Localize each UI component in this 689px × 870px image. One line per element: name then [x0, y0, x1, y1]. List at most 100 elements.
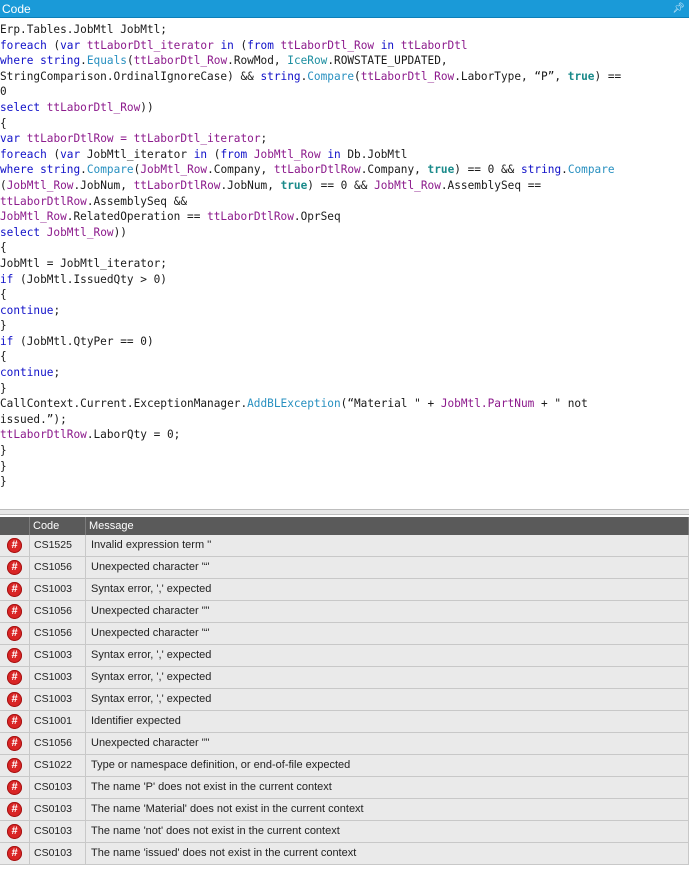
code-line[interactable]: foreach (var JobMtl_iterator in (from Jo… — [0, 147, 689, 163]
code-line[interactable]: where string.Equals(ttLaborDtl_Row.RowMo… — [0, 53, 689, 69]
error-message: Unexpected character '“' — [86, 623, 689, 644]
error-row[interactable]: # CS0103 The name 'not' does not exist in … — [0, 821, 689, 843]
error-icon-cell: # — [0, 821, 30, 842]
code-line[interactable]: } — [0, 318, 689, 334]
error-row[interactable]: # CS1001 Identifier expected — [0, 711, 689, 733]
code-token: (JobMtl.QtyPer == 0) — [13, 334, 154, 348]
code-line[interactable]: Erp.Tables.JobMtl JobMtl; — [0, 22, 689, 38]
code-line[interactable]: where string.Compare(JobMtl_Row.Company,… — [0, 162, 689, 178]
code-token: )) — [113, 225, 127, 239]
code-line[interactable]: JobMtl = JobMtl_iterator; — [0, 256, 689, 272]
error-message: Unexpected character '”' — [86, 733, 689, 754]
code-token: string — [521, 163, 562, 177]
error-hash-icon: # — [7, 846, 22, 861]
code-token: in — [220, 38, 234, 52]
code-token: ttLaborDtl_iterator — [80, 38, 221, 52]
code-line[interactable]: } — [0, 474, 689, 490]
error-icon-cell: # — [0, 843, 30, 864]
error-row[interactable]: # CS1056 Unexpected character '“' — [0, 623, 689, 645]
code-line[interactable]: { — [0, 116, 689, 132]
code-editor[interactable]: Erp.Tables.JobMtl JobMtl; foreach (var tt… — [0, 20, 689, 508]
code-line[interactable]: CallContext.Current.ExceptionManager.Add… — [0, 396, 689, 412]
code-line[interactable]: continue; — [0, 365, 689, 381]
code-line[interactable]: } — [0, 381, 689, 397]
code-token: select — [0, 100, 41, 114]
code-line[interactable]: select JobMtl_Row)) — [0, 225, 689, 241]
error-hash-icon: # — [7, 538, 22, 553]
header-code-column[interactable]: Code — [30, 517, 86, 535]
code-token: JobMtl_Row — [0, 210, 67, 224]
code-line[interactable]: JobMtl_Row.RelatedOperation == ttLaborDt… — [0, 209, 689, 225]
header-icon-column[interactable] — [0, 517, 30, 535]
error-icon-cell: # — [0, 535, 30, 556]
code-token: ) == 0 && — [454, 163, 522, 177]
error-row[interactable]: # CS1003 Syntax error, ',' expected — [0, 645, 689, 667]
code-line[interactable]: if (JobMtl.QtyPer == 0) — [0, 334, 689, 350]
code-line[interactable]: var ttLaborDtlRow = ttLaborDtl_iterator; — [0, 131, 689, 147]
code-line[interactable]: if (JobMtl.IssuedQty > 0) — [0, 272, 689, 288]
error-hash-icon: # — [7, 604, 22, 619]
code-line[interactable]: select ttLaborDtl_Row)) — [0, 100, 689, 116]
code-token: var — [60, 38, 81, 52]
code-line[interactable]: StringComparison.OrdinalIgnoreCase) && s… — [0, 69, 689, 85]
error-row[interactable]: # CS1056 Unexpected character '“' — [0, 557, 689, 579]
error-icon-cell: # — [0, 755, 30, 776]
error-row[interactable]: # CS1003 Syntax error, ',' expected — [0, 689, 689, 711]
code-line[interactable]: } — [0, 443, 689, 459]
code-token: .LaborQty = 0; — [86, 428, 181, 442]
error-row[interactable]: # CS1022 Type or namespace definition, or … — [0, 755, 689, 777]
code-token: ttLaborDtlRow — [0, 428, 87, 442]
code-token: ) == 0 && — [307, 178, 375, 192]
code-token: ; — [53, 366, 61, 380]
code-line[interactable]: (JobMtl_Row.JobNum, ttLaborDtlRow.JobNum… — [0, 178, 689, 194]
code-token: ttLaborDtlRow — [133, 178, 221, 192]
code-text[interactable]: Erp.Tables.JobMtl JobMtl; foreach (var tt… — [0, 22, 689, 490]
code-line[interactable]: } — [0, 459, 689, 475]
code-token: ttLaborDtlRow — [273, 163, 361, 177]
pin-icon[interactable]: 📌︎ — [672, 0, 685, 18]
code-token: var — [0, 132, 21, 146]
error-code: CS1001 — [30, 711, 86, 732]
code-token: true — [567, 69, 595, 83]
error-row[interactable]: # CS0103 The name 'issued' does not exist … — [0, 843, 689, 865]
code-token: continue — [0, 303, 54, 317]
error-code: CS1056 — [30, 601, 86, 622]
error-code: CS1003 — [30, 579, 86, 600]
error-row[interactable]: # CS0103 The name 'Material' does not exis… — [0, 799, 689, 821]
error-row[interactable]: # CS1003 Syntax error, ',' expected — [0, 579, 689, 601]
code-line[interactable]: continue; — [0, 303, 689, 319]
code-line[interactable]: { — [0, 349, 689, 365]
error-row[interactable]: # CS1003 Syntax error, ',' expected — [0, 667, 689, 689]
code-line[interactable]: 0 — [0, 84, 689, 100]
code-line[interactable]: { — [0, 287, 689, 303]
code-token: in — [193, 147, 208, 161]
error-icon-cell: # — [0, 579, 30, 600]
error-hash-icon: # — [7, 670, 22, 685]
error-row[interactable]: # CS0103 The name 'P' does not exist in th… — [0, 777, 689, 799]
code-token: ; — [260, 132, 268, 146]
error-icon-cell: # — [0, 557, 30, 578]
code-token: from — [220, 147, 248, 161]
code-token: foreach — [0, 38, 47, 52]
code-token: . — [80, 163, 87, 177]
error-icon-cell: # — [0, 733, 30, 754]
code-line[interactable]: { — [0, 240, 689, 256]
error-icon-cell: # — [0, 601, 30, 622]
error-row[interactable]: # CS1525 Invalid expression term '' — [0, 535, 689, 557]
error-hash-icon: # — [7, 648, 22, 663]
code-line[interactable]: ttLaborDtlRow.AssemblySeq && — [0, 194, 689, 210]
error-row[interactable]: # CS1056 Unexpected character '”' — [0, 601, 689, 623]
header-message-column[interactable]: Message — [86, 517, 689, 535]
error-list-header: Code Message — [0, 517, 689, 535]
code-token: ttLaborDtl_iterator — [133, 132, 261, 146]
error-hash-icon: # — [7, 692, 22, 707]
code-line[interactable]: ttLaborDtlRow.LaborQty = 0; — [0, 427, 689, 443]
code-token: ( — [126, 54, 134, 68]
error-row[interactable]: # CS1056 Unexpected character '”' — [0, 733, 689, 755]
code-line[interactable]: issued.”); — [0, 412, 689, 428]
code-token: IceRow — [287, 54, 328, 68]
panel-title: Code — [2, 2, 31, 16]
code-token: Compare — [307, 69, 355, 83]
code-line[interactable]: foreach (var ttLaborDtl_iterator in (fro… — [0, 38, 689, 54]
splitter[interactable] — [0, 509, 689, 515]
